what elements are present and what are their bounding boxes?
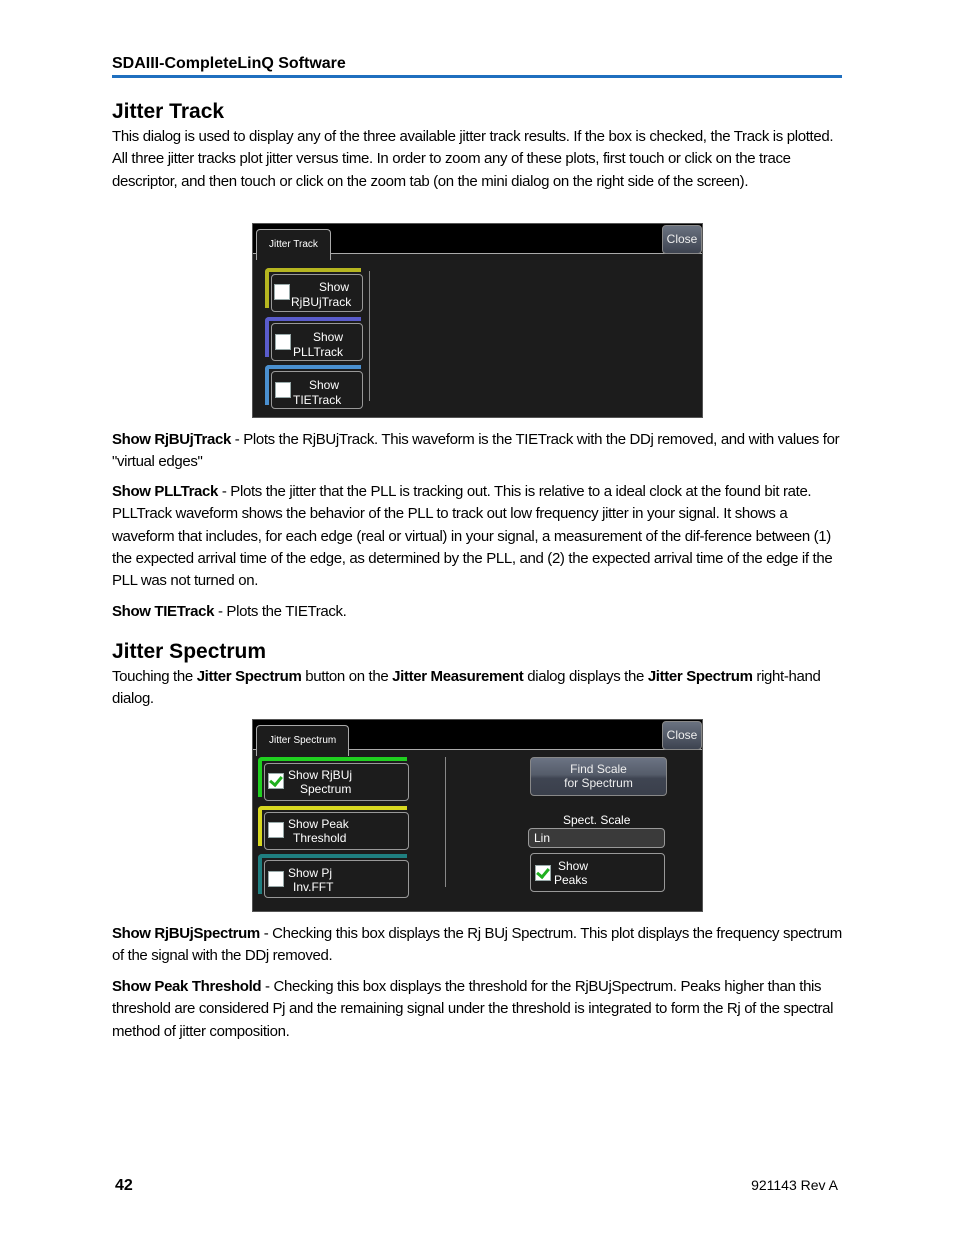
- page-number: 42: [115, 1177, 133, 1194]
- show-plltrack-label-2: PLLTrack: [293, 345, 344, 359]
- show-rjbuj-spectrum-checkbox[interactable]: [268, 773, 284, 789]
- definition: - Plots the TIETrack.: [214, 603, 347, 620]
- find-scale-button[interactable]: Find Scale for Spectrum: [530, 757, 667, 796]
- term: Show Peak Threshold: [112, 978, 262, 995]
- desc-show-peak-threshold: Show Peak Threshold - Checking this box …: [112, 976, 844, 1043]
- spect-scale-select[interactable]: Lin: [528, 828, 665, 848]
- show-tietrack-label-2: TIETrack: [293, 393, 342, 407]
- jitter-spectrum-heading: Jitter Spectrum: [112, 640, 267, 663]
- page-header: SDAIII-CompleteLinQ Software: [112, 54, 842, 78]
- show-pj-invfft-checkbox[interactable]: [268, 871, 284, 887]
- definition: - Plots the jitter that the PLL is track…: [112, 483, 833, 590]
- text: button on the: [301, 668, 393, 685]
- bold-text: Jitter Measurement: [392, 668, 524, 685]
- term: Show PLLTrack: [112, 483, 219, 500]
- document-title: SDAIII-CompleteLinQ Software: [112, 55, 346, 72]
- show-rjbujtrack-label-2: RjBUjTrack: [291, 295, 352, 309]
- show-rjbuj-spectrum-label-1: Show RjBUj: [288, 768, 353, 782]
- show-peak-threshold-label-2: Threshold: [293, 831, 347, 845]
- show-peaks-checkbox[interactable]: [535, 865, 551, 881]
- tab-jitter-spectrum[interactable]: Jitter Spectrum: [256, 725, 350, 756]
- desc-show-tietrack: Show TIETrack - Plots the TIETrack.: [112, 601, 844, 623]
- show-plltrack-checkbox[interactable]: [275, 334, 291, 350]
- column-divider: [369, 271, 370, 401]
- find-scale-label-2: for Spectrum: [564, 776, 633, 790]
- show-pj-invfft-label-2: Inv.FFT: [293, 880, 334, 894]
- show-peak-threshold-checkbox[interactable]: [268, 822, 284, 838]
- show-tietrack-label-1: Show: [309, 378, 340, 392]
- tab-jitter-track[interactable]: Jitter Track: [256, 229, 331, 260]
- desc-show-plltrack: Show PLLTrack - Plots the jitter that th…: [112, 481, 844, 592]
- show-tietrack-toggle[interactable]: Show TIETrack: [265, 365, 363, 409]
- show-pj-invfft-toggle[interactable]: Show Pj Inv.FFT: [258, 854, 409, 898]
- jitter-spectrum-intro: Touching the Jitter Spectrum button on t…: [112, 666, 844, 711]
- find-scale-label-1: Find Scale: [570, 762, 627, 776]
- show-plltrack-label-1: Show: [313, 330, 344, 344]
- header-rule: [112, 75, 842, 78]
- show-rjbuj-spectrum-label-2: Spectrum: [300, 782, 352, 796]
- jitter-track-heading: Jitter Track: [112, 100, 225, 123]
- desc-show-rjbujspectrum: Show RjBUjSpectrum - Checking this box d…: [112, 923, 844, 968]
- show-plltrack-toggle[interactable]: Show PLLTrack: [265, 317, 363, 361]
- text: dialog displays the: [523, 668, 648, 685]
- show-rjbujtrack-checkbox[interactable]: [274, 284, 290, 300]
- show-tietrack-checkbox[interactable]: [275, 382, 291, 398]
- document-revision: 921143 Rev A: [751, 1177, 838, 1193]
- show-peak-threshold-label-1: Show Peak: [288, 817, 349, 831]
- show-peaks-toggle[interactable]: Show Peaks: [530, 853, 665, 892]
- show-peak-threshold-toggle[interactable]: Show Peak Threshold: [258, 806, 409, 850]
- show-rjbuj-spectrum-toggle[interactable]: Show RjBUj Spectrum: [258, 757, 409, 801]
- show-rjbujtrack-label-1: Show: [319, 280, 350, 294]
- term: Show RjBUjTrack: [112, 431, 231, 448]
- jitter-track-dialog: Jitter Track Close Show RjBUjTrack Show …: [252, 223, 703, 418]
- close-button[interactable]: Close: [662, 721, 702, 750]
- show-peaks-label-1: Show: [558, 859, 589, 873]
- show-peaks-label-2: Peaks: [554, 873, 588, 887]
- bold-text: Jitter Spectrum: [196, 668, 302, 685]
- desc-show-rjbujtrack: Show RjBUjTrack - Plots the RjBUjTrack. …: [112, 429, 844, 474]
- term: Show RjBUjSpectrum: [112, 925, 260, 942]
- term: Show TIETrack: [112, 603, 215, 620]
- bold-text: Jitter Spectrum: [647, 668, 753, 685]
- jitter-track-intro: This dialog is used to display any of th…: [112, 128, 834, 190]
- close-button[interactable]: Close: [662, 225, 702, 254]
- show-rjbujtrack-toggle[interactable]: Show RjBUjTrack: [265, 268, 363, 312]
- column-divider: [445, 757, 446, 887]
- jitter-spectrum-dialog: Jitter Spectrum Close Show RjBUj Spectru…: [252, 719, 703, 912]
- show-pj-invfft-label-1: Show Pj: [288, 866, 333, 880]
- spect-scale-label: Spect. Scale: [563, 813, 631, 827]
- text: Touching the: [112, 668, 197, 685]
